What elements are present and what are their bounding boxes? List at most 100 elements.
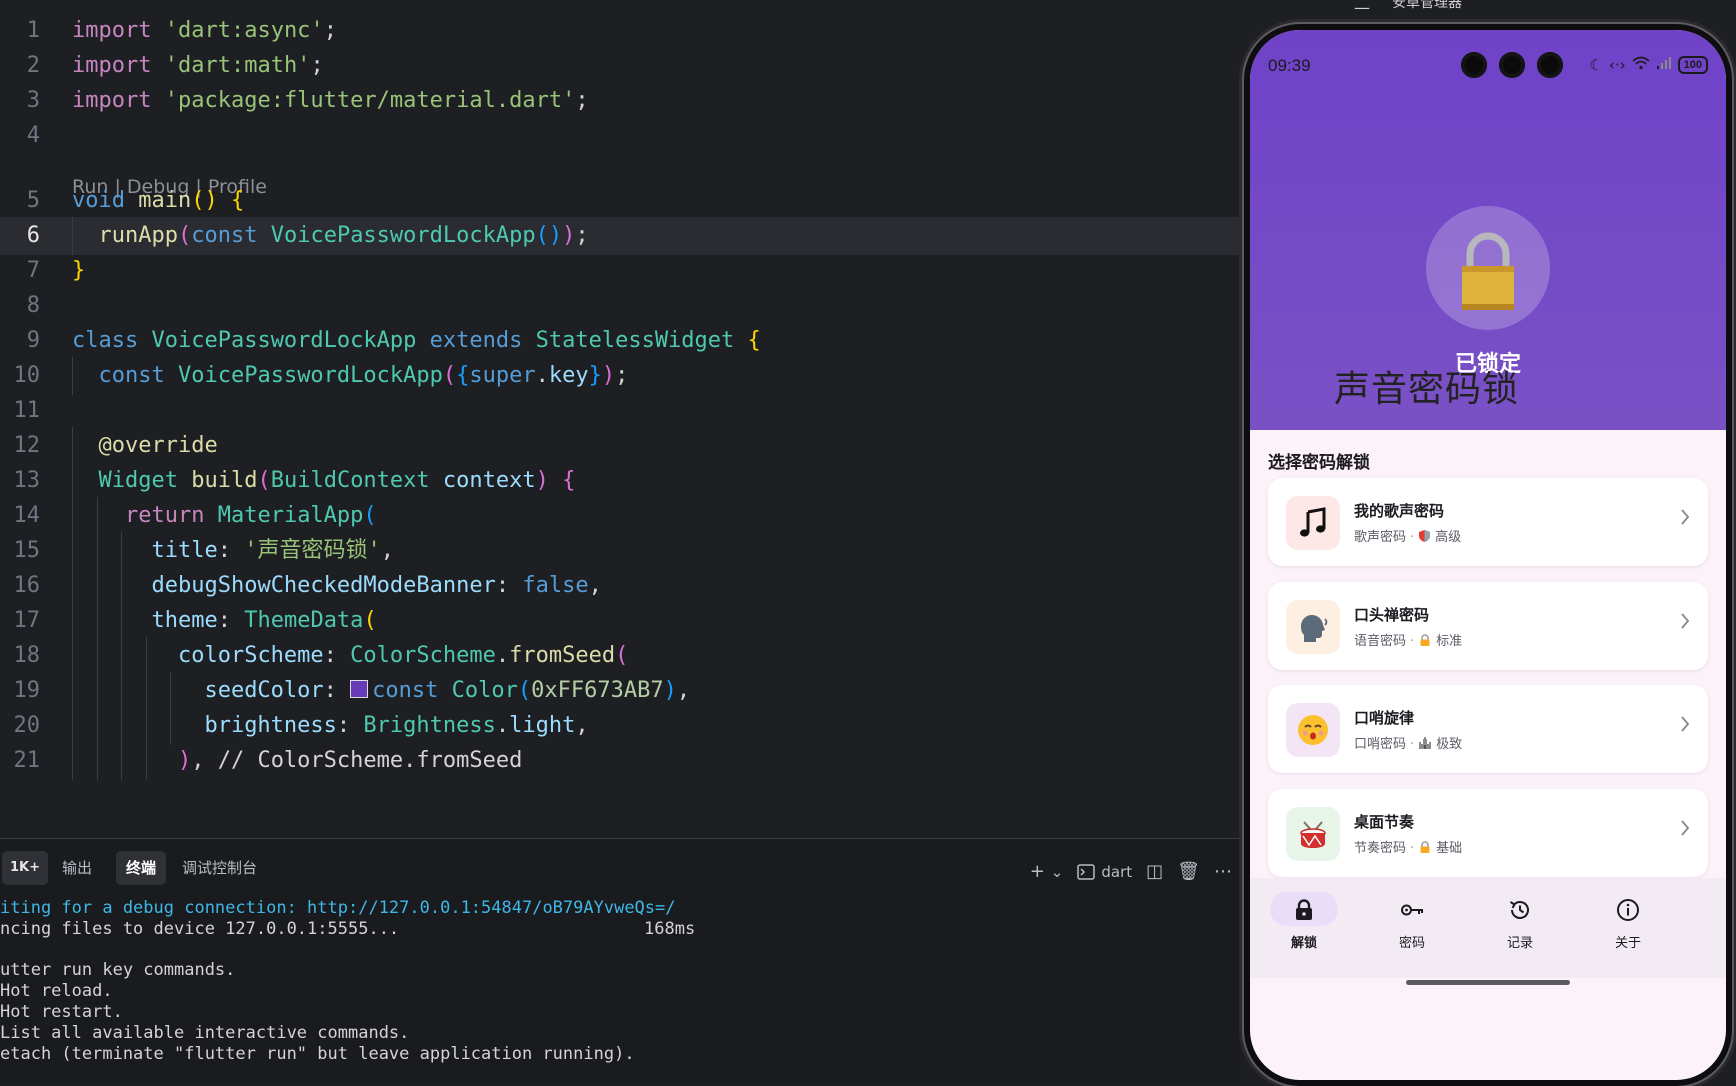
- code-text: return MaterialApp(: [72, 497, 377, 535]
- line-number[interactable]: 5: [0, 182, 40, 220]
- code-line[interactable]: 19 seedColor: const Color(0xFF673AB7),: [0, 672, 1240, 710]
- tab-terminal[interactable]: 终端: [116, 851, 167, 885]
- nav-item[interactable]: 关于: [1578, 892, 1678, 956]
- code-line[interactable]: 11: [0, 392, 1240, 430]
- line-number[interactable]: 12: [0, 427, 41, 465]
- line-number[interactable]: 8: [0, 287, 40, 325]
- code-line[interactable]: 18 colorScheme: ColorScheme.fromSeed(: [0, 637, 1240, 675]
- line-number[interactable]: 6: [0, 217, 40, 255]
- password-card[interactable]: 桌面节奏 节奏密码 · 基础: [1268, 789, 1708, 877]
- code-line[interactable]: 3 import 'package:flutter/material.dart';: [0, 82, 1240, 120]
- phone-frame: 09:39 ☾ ‹·› 100 已锁定 声音密码锁 选择密码解锁 我的歌声密码 …: [1244, 24, 1732, 1086]
- code-line[interactable]: 6 runApp(const VoicePasswordLockApp());: [0, 217, 1240, 255]
- code-token: ;: [310, 53, 324, 78]
- signal-icon: [1656, 56, 1672, 74]
- code-line[interactable]: 20 brightness: Brightness.light,: [0, 707, 1240, 745]
- password-type: 歌声密码: [1354, 530, 1407, 545]
- password-card[interactable]: 口头禅密码 语音密码 · 标准: [1268, 582, 1708, 670]
- minimize-icon[interactable]: —: [1354, 0, 1370, 17]
- line-number[interactable]: 18: [0, 637, 41, 675]
- password-card[interactable]: 口哨旋律 口哨密码 · 极致: [1268, 685, 1708, 773]
- code-token: colorScheme: [177, 643, 324, 668]
- code-text: brightness: Brightness.light,: [72, 707, 588, 745]
- split-terminal-icon[interactable]: ◫: [1146, 857, 1163, 887]
- hero-header: 09:39 ☾ ‹·› 100 已锁定 声音密码锁: [1250, 30, 1726, 430]
- nav-item[interactable]: 记录: [1470, 892, 1570, 956]
- line-number[interactable]: 10: [0, 357, 41, 395]
- chevron-down-icon[interactable]: ⌄: [1051, 857, 1064, 887]
- nav-item[interactable]: 解锁: [1254, 892, 1354, 956]
- trash-icon[interactable]: 🗑: [1177, 857, 1200, 887]
- code-line[interactable]: 9 class VoicePasswordLockApp extends Stat…: [0, 322, 1240, 360]
- problems-badge[interactable]: 1K+: [2, 851, 49, 885]
- code-line[interactable]: 8: [0, 287, 1240, 325]
- code-line[interactable]: 13 Widget build(BuildContext context) {: [0, 462, 1240, 500]
- code-token: ,: [588, 573, 602, 598]
- code-line[interactable]: 14 return MaterialApp(: [0, 497, 1240, 535]
- terminal-shell[interactable]: dart: [1077, 857, 1132, 887]
- line-number[interactable]: 16: [0, 567, 41, 605]
- code-token: (): [191, 188, 218, 213]
- line-number[interactable]: 13: [0, 462, 41, 500]
- panel-tab-bar: 1K+ 输出 终端 调试控制台 + ⌄ dart ◫ 🗑 ⋯: [0, 845, 1240, 885]
- line-number[interactable]: 4: [0, 117, 40, 155]
- code-line[interactable]: 4: [0, 117, 1240, 155]
- line-number[interactable]: 14: [0, 497, 41, 535]
- add-terminal-icon[interactable]: +: [1030, 857, 1045, 887]
- terminal-link-line[interactable]: iting for a debug connection: http://127…: [0, 897, 676, 919]
- wifi-icon: [1632, 56, 1650, 74]
- code-line[interactable]: 12 @override: [0, 427, 1240, 465]
- code-token: @override: [98, 433, 218, 458]
- code-line[interactable]: 5 void main() {: [0, 182, 1240, 220]
- line-number[interactable]: 20: [0, 707, 41, 745]
- window-title: 安卓管理器: [1392, 0, 1462, 11]
- code-token: ): [562, 223, 576, 248]
- line-number[interactable]: 2: [0, 47, 40, 85]
- line-number[interactable]: 3: [0, 82, 40, 120]
- tab-output[interactable]: 输出: [52, 851, 102, 885]
- history-icon: [1507, 897, 1533, 923]
- code-text: ), // ColorScheme.fromSeed: [72, 742, 522, 780]
- code-line[interactable]: 21 ), // ColorScheme.fromSeed: [0, 742, 1240, 780]
- line-number[interactable]: 1: [0, 12, 40, 50]
- security-level: 基础: [1436, 841, 1463, 856]
- code-editor[interactable]: Run | Debug | Profile 1 import 'dart:asyn…: [0, 0, 1240, 838]
- code-text: theme: ThemeData(: [72, 602, 376, 640]
- line-number[interactable]: 17: [0, 602, 41, 640]
- password-card[interactable]: 我的歌声密码 歌声密码 · 高级: [1268, 478, 1708, 566]
- code-line[interactable]: 7}: [0, 252, 1240, 290]
- whistling-face-icon: [1286, 703, 1340, 757]
- line-number[interactable]: 9: [0, 322, 40, 360]
- code-line[interactable]: 2 import 'dart:math';: [0, 47, 1240, 85]
- line-number[interactable]: 11: [0, 392, 41, 430]
- code-line[interactable]: 15 title: '声音密码锁',: [0, 532, 1240, 570]
- code-line[interactable]: 10 const VoicePasswordLockApp({super.key…: [0, 357, 1240, 395]
- code-token: .: [495, 713, 510, 738]
- more-icon[interactable]: ⋯: [1214, 857, 1232, 887]
- password-type: 口哨密码: [1354, 737, 1407, 752]
- line-number[interactable]: 7: [0, 252, 40, 290]
- line-number[interactable]: 21: [0, 742, 41, 780]
- code-line[interactable]: 16 debugShowCheckedModeBanner: false,: [0, 567, 1240, 605]
- code-token: }: [72, 258, 86, 283]
- line-number[interactable]: 15: [0, 532, 41, 570]
- code-line[interactable]: 1 import 'dart:async';: [0, 12, 1240, 50]
- code-token: ): [601, 363, 616, 388]
- separator: ·: [1410, 634, 1415, 649]
- code-token: Widget: [98, 468, 178, 493]
- line-number[interactable]: 19: [0, 672, 41, 710]
- home-indicator[interactable]: [1406, 980, 1570, 985]
- color-swatch[interactable]: [350, 680, 369, 698]
- tab-debug-console[interactable]: 调试控制台: [172, 851, 267, 885]
- nav-item[interactable]: 密码: [1362, 892, 1462, 956]
- code-token: :: [336, 713, 364, 738]
- code-token: build: [191, 468, 258, 493]
- code-line[interactable]: 17 theme: ThemeData(: [0, 602, 1240, 640]
